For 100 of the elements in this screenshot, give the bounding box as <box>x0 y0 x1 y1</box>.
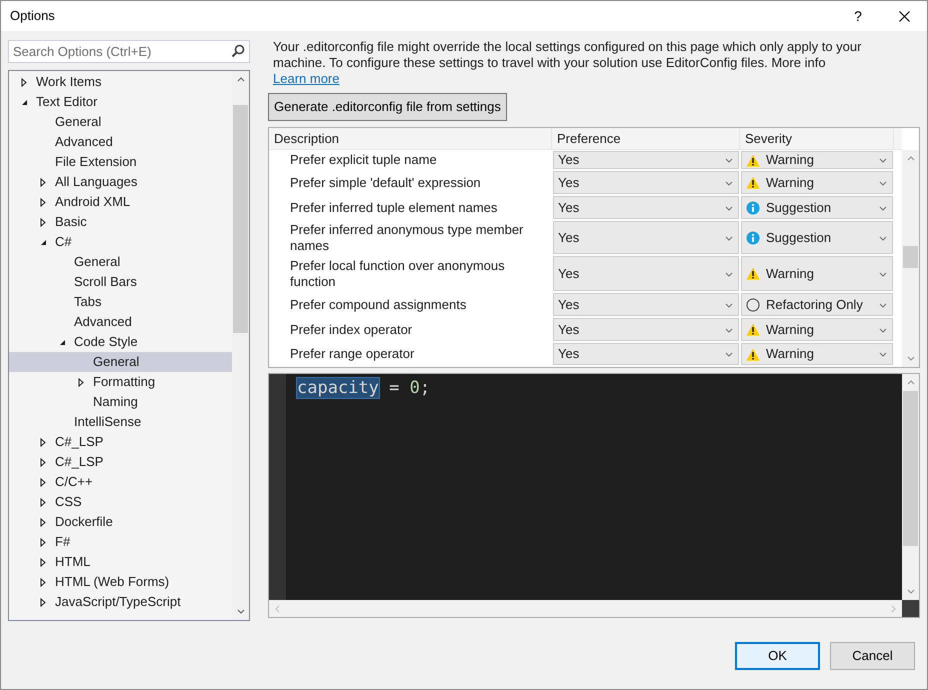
tree-item[interactable]: Tabs <box>9 292 232 312</box>
scrollbar-thumb[interactable] <box>903 391 918 546</box>
tree-item[interactable]: IntelliSense <box>9 412 232 432</box>
preference-dropdown[interactable]: Yes <box>553 171 739 194</box>
tree-item[interactable]: CSS <box>9 492 232 512</box>
tree-item[interactable]: Advanced <box>9 312 232 332</box>
tree-item[interactable]: JavaScript/TypeScript <box>9 592 232 612</box>
table-cell-text: Prefer compound assignments <box>289 296 468 314</box>
search-icon <box>231 44 245 58</box>
preference-dropdown[interactable]: Yes <box>553 151 739 169</box>
scrollbar[interactable] <box>269 600 902 617</box>
collapsed-triangle-icon[interactable] <box>78 378 84 386</box>
tree-item[interactable]: Formatting <box>9 372 232 392</box>
collapsed-triangle-icon[interactable] <box>40 438 46 446</box>
severity-dropdown[interactable]: Warning <box>741 318 893 341</box>
learn-more-link[interactable]: Learn more <box>273 71 340 86</box>
tree-item[interactable]: Work Items <box>9 72 232 92</box>
severity-dropdown[interactable]: Warning <box>741 343 893 365</box>
severity-dropdown[interactable]: Refactoring Only <box>741 293 893 316</box>
code-token: 0 <box>410 378 420 398</box>
info-icon <box>746 230 760 244</box>
warning-icon <box>746 154 760 166</box>
collapsed-triangle-icon[interactable] <box>40 478 46 486</box>
expanded-triangle-icon[interactable] <box>20 98 28 106</box>
tree-item[interactable]: General <box>9 352 232 372</box>
severity-dropdown[interactable]: Suggestion <box>741 196 893 219</box>
tree-item[interactable]: File Extension <box>9 152 232 172</box>
severity-dropdown[interactable]: Warning <box>741 256 893 291</box>
expanded-triangle-icon[interactable] <box>58 338 66 346</box>
table-cell-text: Prefer inferred tuple element names <box>289 198 498 217</box>
info-icon <box>746 200 760 214</box>
severity-dropdown[interactable]: Warning <box>741 151 893 169</box>
tree-item[interactable]: Android XML <box>9 192 232 212</box>
preference-dropdown[interactable]: Yes <box>553 318 739 341</box>
tree-item[interactable]: HTML <box>9 552 232 572</box>
table-cell-text: Prefer index operator <box>289 320 414 339</box>
cancel-button[interactable]: Cancel <box>830 642 915 670</box>
tree-item[interactable]: General <box>9 252 232 272</box>
tree-item[interactable]: C#_LSP <box>9 432 232 452</box>
tree-item[interactable]: Code Style <box>9 332 232 352</box>
code-token: capacity <box>297 378 379 398</box>
collapsed-triangle-icon[interactable] <box>40 218 46 226</box>
tree-item[interactable]: F# <box>9 532 232 552</box>
collapsed-triangle-icon[interactable] <box>40 198 46 206</box>
warning-icon <box>746 323 760 336</box>
tree-item[interactable]: Dockerfile <box>9 512 232 532</box>
table-cell-text: Prefer explicit tuple name <box>289 151 438 169</box>
tree-item[interactable]: C/C++ <box>9 472 232 492</box>
expanded-triangle-icon[interactable] <box>40 238 46 246</box>
warning-icon <box>746 176 760 189</box>
collapsed-triangle-icon[interactable] <box>40 458 46 466</box>
preference-dropdown[interactable]: Yes <box>553 196 739 219</box>
column-header[interactable]: Description <box>269 128 552 149</box>
tree-item[interactable]: General <box>9 112 232 132</box>
tree-item[interactable]: C# <box>9 232 232 252</box>
scrollbar[interactable] <box>902 128 919 367</box>
collapsed-triangle-icon[interactable] <box>40 538 46 546</box>
collapsed-triangle-icon[interactable] <box>40 558 46 566</box>
severity-dropdown[interactable]: Suggestion <box>741 221 893 254</box>
tree-item[interactable]: Scroll Bars <box>9 272 232 292</box>
code-token: ; <box>420 378 430 398</box>
warning-icon <box>746 348 760 360</box>
code-token: = <box>388 378 400 398</box>
circle-icon <box>746 298 760 312</box>
preference-dropdown[interactable]: Yes <box>553 343 739 365</box>
collapsed-triangle-icon[interactable] <box>40 598 46 606</box>
collapsed-triangle-icon[interactable] <box>40 518 46 526</box>
table-cell-text: Prefer local function over anonymous function <box>289 256 506 290</box>
ok-button[interactable]: OK <box>735 642 820 670</box>
table-cell-text: Prefer range operator <box>289 345 416 363</box>
collapsed-triangle-icon[interactable] <box>40 178 46 186</box>
column-header[interactable]: Severity <box>740 128 894 149</box>
preference-dropdown[interactable]: Yes <box>553 293 739 316</box>
table-cell-text: Prefer inferred anonymous type member names <box>289 220 524 254</box>
severity-dropdown[interactable]: Warning <box>741 171 893 194</box>
preference-dropdown[interactable]: Yes <box>553 256 739 291</box>
tree-item[interactable]: All Languages <box>9 172 232 192</box>
tree-item[interactable]: HTML (Web Forms) <box>9 572 232 592</box>
scrollbar-thumb[interactable] <box>903 246 918 268</box>
tree-item[interactable]: Text Editor <box>9 92 232 112</box>
tree-item[interactable]: Advanced <box>9 132 232 152</box>
window-title: Options <box>10 7 55 26</box>
tree-item[interactable]: C#_LSP <box>9 452 232 472</box>
table-cell-text: Prefer simple 'default' expression <box>289 174 482 192</box>
scrollbar-thumb[interactable] <box>233 105 248 333</box>
scrollbar-corner <box>902 600 919 617</box>
tree-item[interactable]: Basic <box>9 212 232 232</box>
help-button[interactable]: ? <box>835 1 881 31</box>
collapsed-triangle-icon[interactable] <box>40 578 46 586</box>
scrollbar[interactable] <box>902 374 919 600</box>
search-field[interactable]: Search Options (Ctrl+E) <box>8 40 250 63</box>
collapsed-triangle-icon[interactable] <box>21 78 27 86</box>
generate-editorconfig-button[interactable]: Generate .editorconfig file from settings <box>268 93 507 121</box>
collapsed-triangle-icon[interactable] <box>40 498 46 506</box>
preference-dropdown[interactable]: Yes <box>553 221 739 254</box>
column-header[interactable]: Preference <box>552 128 740 149</box>
info-text: Your .editorconfig file might override the local settings configured on this page which only apply to your machine. To configure these settings to travel with your solution use EditorConfig files. More info Learn more <box>272 39 862 87</box>
warning-icon <box>746 267 760 280</box>
tree-item[interactable]: Naming <box>9 392 232 412</box>
scrollbar[interactable] <box>232 71 249 620</box>
